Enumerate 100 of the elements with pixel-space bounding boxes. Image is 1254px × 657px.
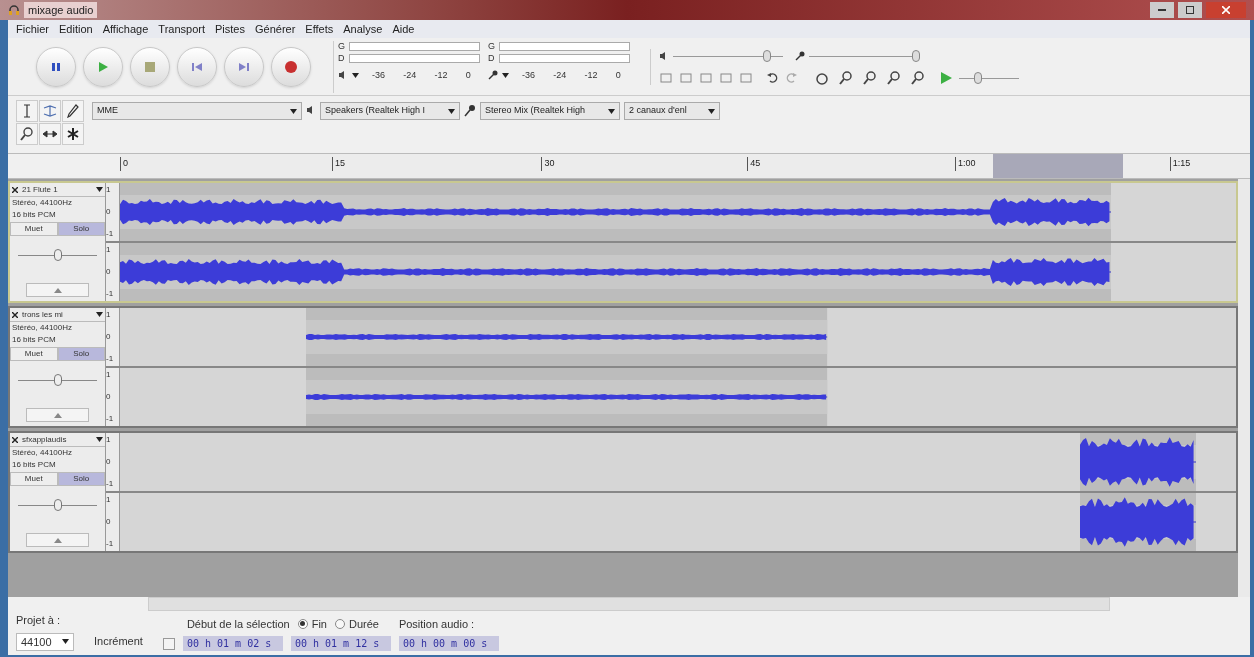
caret-icon[interactable]: [352, 72, 359, 78]
record-icon: [285, 60, 297, 73]
collapse-button[interactable]: [26, 533, 89, 547]
multi-tool[interactable]: [62, 123, 84, 145]
menu-item[interactable]: Effets: [305, 20, 334, 38]
menu-item[interactable]: Affichage: [102, 20, 149, 38]
caret-icon[interactable]: [708, 108, 715, 114]
scale-label: 1: [106, 309, 112, 321]
meter-tick: -12: [434, 68, 448, 82]
radio-option[interactable]: Fin: [297, 615, 327, 632]
menu-item[interactable]: Fichier: [16, 20, 49, 38]
slider-thumb[interactable]: [974, 71, 983, 84]
volume-slider[interactable]: [673, 48, 783, 63]
microphone-icon: [795, 50, 805, 61]
snap-checkbox[interactable]: [162, 637, 175, 650]
zoom-tool[interactable]: [16, 123, 38, 145]
play-button[interactable]: [83, 46, 123, 87]
mute-button[interactable]: Muet: [10, 347, 58, 361]
caret-icon[interactable]: [62, 639, 69, 645]
collapse-icon: [53, 537, 62, 543]
close-icon[interactable]: [12, 436, 18, 443]
menu-item[interactable]: Analyse: [343, 20, 383, 38]
envelope-tool[interactable]: [39, 100, 61, 122]
undo-icon[interactable]: [767, 72, 779, 83]
pause-button[interactable]: [36, 46, 76, 87]
caret-icon[interactable]: [608, 108, 615, 114]
device-dropdown[interactable]: Stereo Mix (Realtek High: [480, 102, 620, 120]
caret-icon[interactable]: [502, 72, 509, 78]
track-name-menu[interactable]: sfxapplaudis: [10, 433, 105, 447]
time-label: 1:15: [1169, 157, 1191, 171]
volume-slider[interactable]: [809, 48, 919, 63]
close-icon[interactable]: [12, 311, 18, 318]
scale-label: 0: [106, 331, 112, 343]
device-dropdown[interactable]: 2 canaux d'enl: [624, 102, 720, 120]
scale-label: 0: [106, 206, 112, 218]
caret-icon[interactable]: [96, 437, 103, 442]
track-info: 16 bits PCM: [11, 459, 57, 471]
menu-item[interactable]: Transport: [158, 20, 205, 38]
close-button[interactable]: [1206, 2, 1246, 18]
track-name-menu[interactable]: trons les mi: [10, 308, 105, 322]
maximize-button[interactable]: [1178, 2, 1202, 18]
horizontal-scrollbar[interactable]: [148, 597, 1110, 611]
speed-slider[interactable]: [959, 70, 1019, 85]
menu-item[interactable]: Aide: [392, 20, 415, 38]
menu-item[interactable]: Pistes: [215, 20, 245, 38]
gain-slider[interactable]: [18, 373, 97, 387]
caret-icon[interactable]: [290, 108, 297, 114]
time-shift-tool[interactable]: [39, 123, 61, 145]
play-at-speed-icon[interactable]: [939, 70, 953, 85]
draw-tool[interactable]: [62, 100, 84, 122]
caret-icon[interactable]: [448, 108, 455, 114]
selection-start-label: Début de la sélection: [186, 616, 290, 632]
timeline-ruler[interactable]: 0 15 30 45 1:00 1:15: [120, 154, 1250, 178]
scale-label: 1: [106, 369, 112, 381]
gain-slider[interactable]: [18, 248, 97, 262]
record-button[interactable]: [271, 46, 311, 87]
fit-project-icon[interactable]: [911, 70, 925, 85]
menu-item[interactable]: Edition: [59, 20, 93, 38]
time-field[interactable]: 00 h 01 m 02 s: [182, 636, 283, 651]
collapse-button[interactable]: [26, 408, 89, 422]
zoom-out-icon[interactable]: [863, 70, 877, 85]
slider-thumb[interactable]: [53, 499, 62, 511]
project-rate-dropdown[interactable]: 44100: [16, 632, 74, 651]
radio-option[interactable]: Durée: [334, 615, 379, 632]
radio-button[interactable]: [297, 618, 308, 629]
mute-button[interactable]: Muet: [10, 222, 58, 236]
time-field[interactable]: 00 h 01 m 12 s: [290, 636, 391, 651]
redo-icon[interactable]: [785, 72, 797, 83]
device-dropdown[interactable]: Speakers (Realtek High I: [320, 102, 460, 120]
close-icon[interactable]: [12, 186, 18, 193]
scale-label: 0: [106, 456, 112, 468]
scale-label: 1: [106, 244, 112, 256]
vertical-scrollbar[interactable]: [1238, 179, 1250, 597]
slider-thumb[interactable]: [911, 49, 920, 62]
stop-button[interactable]: [130, 46, 170, 87]
skip-to-end-button[interactable]: [224, 46, 264, 87]
gain-slider[interactable]: [18, 498, 97, 512]
stop-icon: [145, 61, 155, 72]
channel-label: D: [338, 51, 345, 65]
slider-thumb[interactable]: [762, 49, 771, 62]
zoom-in-icon[interactable]: [839, 70, 853, 85]
radio-button[interactable]: [334, 618, 345, 629]
time-field[interactable]: 00 h 00 m 00 s: [398, 636, 499, 651]
collapse-button[interactable]: [26, 283, 89, 297]
solo-button[interactable]: Solo: [57, 347, 105, 361]
slider-thumb[interactable]: [53, 374, 62, 386]
caret-icon[interactable]: [96, 312, 103, 317]
solo-button[interactable]: Solo: [57, 222, 105, 236]
track-name-menu[interactable]: 21 Flute 1: [10, 183, 105, 197]
caret-icon[interactable]: [96, 187, 103, 192]
channel-label: G: [488, 39, 495, 53]
slider-thumb[interactable]: [53, 249, 62, 261]
minimize-button[interactable]: [1150, 2, 1174, 18]
selection-tool[interactable]: [16, 100, 38, 122]
menu-item[interactable]: Générer: [254, 20, 296, 38]
mute-button[interactable]: Muet: [10, 472, 58, 486]
skip-to-start-button[interactable]: [177, 46, 217, 87]
device-dropdown[interactable]: MME: [92, 102, 302, 120]
fit-selection-icon[interactable]: [887, 70, 901, 85]
solo-button[interactable]: Solo: [57, 472, 105, 486]
